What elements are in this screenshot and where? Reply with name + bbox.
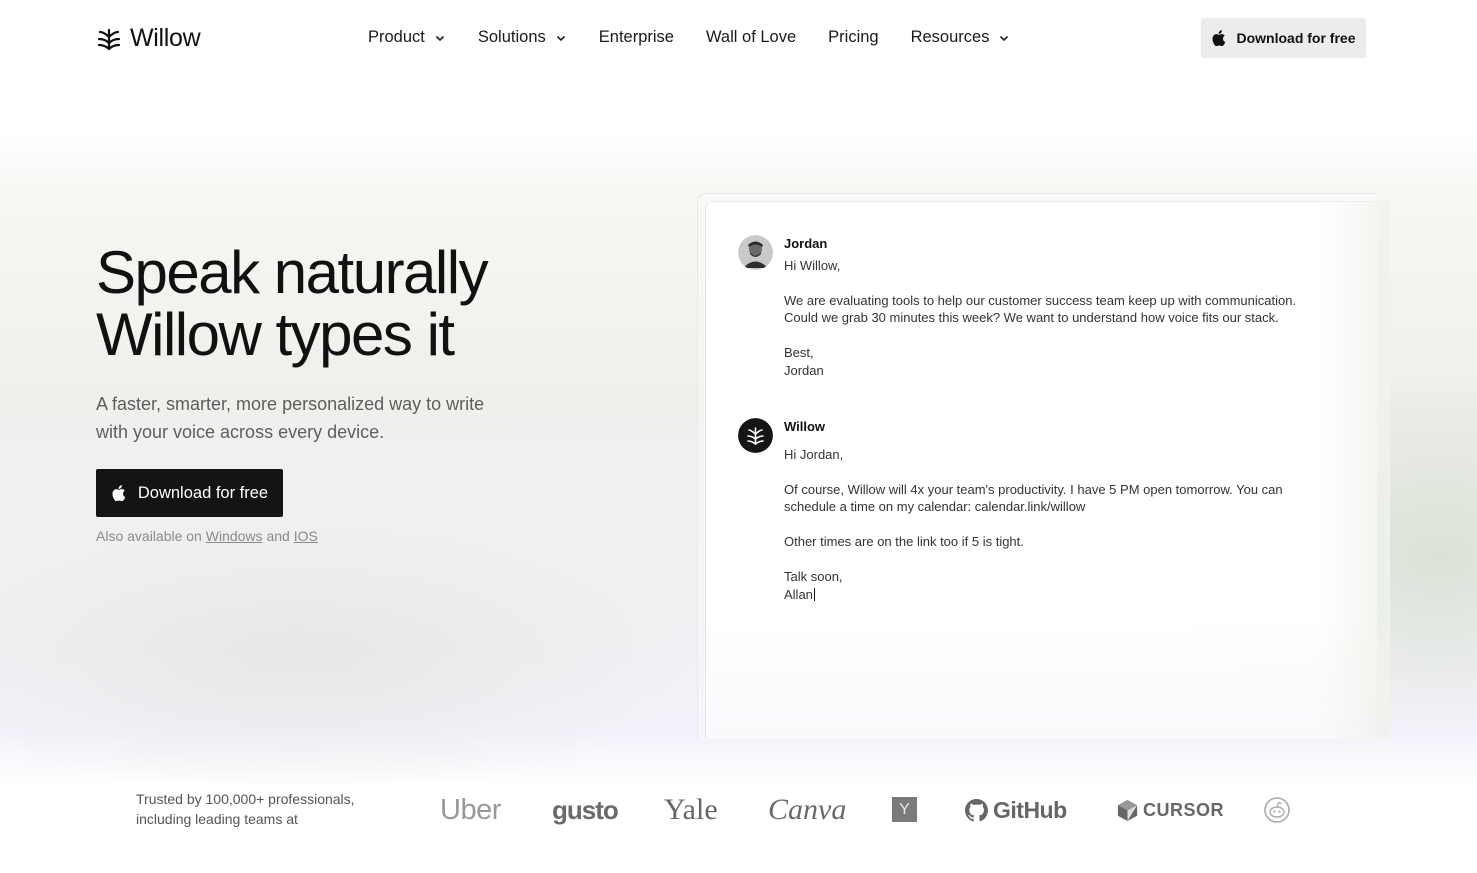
text-caret (813, 587, 815, 601)
chevron-down-icon (1000, 35, 1009, 41)
nav-download-label: Download for free (1236, 30, 1356, 46)
github-icon (965, 798, 988, 821)
logo-uber: Uber (440, 793, 501, 826)
apple-icon (1212, 30, 1226, 46)
reply-message-body: Willow Hi Jordan, Of course, Willow will… (784, 418, 1324, 603)
menu-label: Enterprise (598, 28, 674, 46)
menu-label: Wall of Love (705, 28, 797, 46)
hero-download-label: Download for free (137, 483, 269, 502)
avatar-willow (738, 418, 773, 453)
avatar-jordan (738, 235, 773, 270)
logo-text: Willow (130, 24, 201, 52)
logo[interactable]: Willow (96, 24, 201, 53)
message-greeting: Hi Jordan, (784, 446, 844, 462)
menu-item-wall-of-love[interactable]: Wall of Love (706, 28, 796, 47)
menu-item-product[interactable]: Product (368, 28, 446, 47)
chevron-down-icon (556, 35, 565, 41)
logo-canva: Canva (768, 793, 847, 826)
message-text: We are evaluating tools to help our cust… (784, 292, 1297, 326)
menu-item-resources[interactable]: Resources (911, 28, 1011, 47)
hero-download-button[interactable]: Download for free (96, 469, 283, 517)
menu-label: Solutions (477, 28, 546, 46)
message-signoff: Best, (784, 345, 814, 360)
nav-download-button[interactable]: Download for free (1201, 18, 1366, 58)
logo-cursor: CURSOR (1116, 790, 1224, 830)
also-available: Also available on Windows and IOS (96, 528, 318, 544)
headline-line-2: Willow types it (96, 301, 455, 368)
message-text: Of course, Willow will 4x your team's pr… (784, 481, 1283, 515)
main-menu: Product Solutions Enterprise Wall of Lov… (368, 28, 1042, 47)
github-text: GitHub (993, 796, 1067, 823)
also-and: and (266, 528, 290, 544)
also-prefix: Also available on (96, 528, 202, 544)
apple-icon (112, 485, 126, 501)
menu-item-pricing[interactable]: Pricing (828, 28, 878, 47)
hero-headline: Speak naturally Willow types it (96, 239, 489, 368)
menu-item-solutions[interactable]: Solutions (478, 28, 567, 47)
message-signature: Jordan (784, 362, 824, 378)
cursor-text: CURSOR (1143, 799, 1225, 820)
trusted-text: Trusted by 100,000+ professionals, inclu… (136, 791, 355, 827)
headline-line-1: Speak naturally (96, 239, 489, 306)
ios-link[interactable]: IOS (294, 528, 318, 544)
logo-ycombinator: Y (892, 797, 917, 822)
message-text-2: Other times are on the link too if 5 is … (784, 534, 1024, 549)
message-signoff: Talk soon, (784, 569, 843, 584)
signature-text: Allan (784, 586, 813, 602)
menu-item-enterprise[interactable]: Enterprise (599, 28, 674, 47)
chevron-down-icon (435, 35, 444, 41)
hero-subtext: A faster, smarter, more personalized way… (96, 394, 485, 442)
message-greeting: Hi Willow, (784, 257, 841, 273)
incoming-message-body: Jordan Hi Willow, We are evaluating tool… (784, 235, 1324, 379)
reddit-icon (1264, 797, 1290, 823)
sender-name: Jordan (784, 236, 828, 251)
menu-label: Pricing (828, 28, 879, 46)
logo-reddit (1264, 790, 1290, 830)
message-signature: Allan (784, 586, 1324, 604)
menu-label: Product (368, 28, 425, 46)
menu-label: Resources (910, 28, 990, 46)
logo-github: GitHub (964, 790, 1067, 830)
top-nav: Willow Product Solutions Enterprise Wall… (0, 0, 1477, 76)
windows-link[interactable]: Windows (206, 528, 263, 544)
card-edge-fade (1320, 201, 1390, 738)
sender-name: Willow (784, 419, 826, 434)
logo-gusto: gusto (552, 794, 619, 825)
willow-logo-icon (97, 28, 121, 50)
cursor-cube-icon (1117, 799, 1138, 821)
logo-yale: Yale (664, 793, 718, 826)
